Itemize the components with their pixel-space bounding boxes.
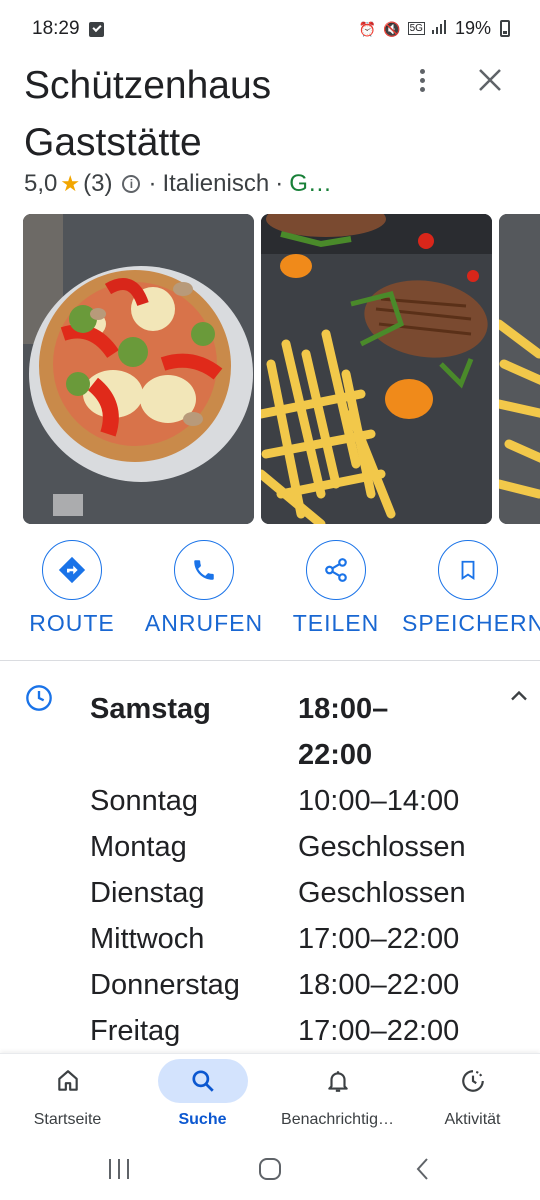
share-label: TEILEN [292,610,380,636]
status-bar: 18:29 ⏰ 🔇 5G 19% [0,0,540,58]
nav-home-label: Startseite [33,1111,102,1128]
steak-fries-photo[interactable] [261,214,492,524]
hours-time: 17:00–22:00 [298,1015,460,1047]
hours-day: Freitag [90,1015,181,1047]
hours-time-part: 22:00 [298,739,373,771]
home-button[interactable] [257,1156,283,1182]
call-button[interactable]: ANRUFEN [138,540,270,637]
hours-row: Freitag 17:00–22:00 [90,1008,510,1053]
home-icon [23,1059,113,1103]
status-time: 18:29 [32,18,80,39]
place-meta: 5,0 ★ (3) i · Italienisch · G… [24,170,524,198]
hours-time: 10:00–14:00 [298,785,460,817]
save-label: SPEICHERN [402,610,540,636]
hours-time: 17:00–22:00 [298,923,460,955]
extra-status: G… [289,170,332,197]
back-button[interactable] [410,1156,436,1182]
dot-icon [419,86,425,92]
mute-icon: 🔇 [383,20,401,37]
fries-photo[interactable] [499,214,540,524]
hours-day: Donnerstag [90,969,240,1001]
route-button[interactable]: ROUTE [6,540,138,637]
pizza-photo[interactable] [23,214,254,524]
activity-icon [428,1059,518,1103]
directions-icon [42,540,102,600]
battery-icon [500,20,510,37]
nav-notifications-label: Benachrichtig… [281,1111,394,1128]
save-button[interactable]: SPEICHERN [402,540,540,637]
hours-time: Geschlossen [298,877,466,909]
hours-row: Sonntag 10:00–14:00 [90,778,510,824]
hours-day: Montag [90,831,187,863]
hours-row: Mittwoch 17:00–22:00 [90,916,510,962]
nav-search[interactable]: Suche [135,1059,270,1129]
clock-icon [25,684,53,712]
route-label: ROUTE [29,610,115,636]
close-icon [479,69,501,91]
nav-search-label: Suche [178,1111,227,1128]
close-button[interactable] [472,62,508,98]
hours-time-part: 18:00– [298,693,389,725]
hours-row: Donnerstag 18:00–22:00 [90,962,510,1008]
nav-activity[interactable]: Aktivität [405,1059,540,1129]
alarm-icon: ⏰ [358,20,377,37]
info-icon[interactable]: i [122,175,141,193]
5g-icon: 5G [407,22,425,35]
hours-time: 18:00–22:00 [298,969,460,1001]
hours-day: Samstag [90,693,211,725]
recent-apps-button[interactable] [106,1156,132,1182]
opening-hours[interactable]: Samstag 18:00– 22:00 Sonntag 10:00–14:00 … [90,686,510,1053]
dot-icon [419,68,425,74]
photo-carousel[interactable] [23,214,540,524]
nav-activity-label: Aktivität [444,1111,501,1128]
system-navigation [0,1138,540,1200]
home-circle-icon [259,1158,281,1180]
review-count[interactable]: (3) [83,170,112,198]
place-title: Schützenhaus Gaststätte [24,64,272,164]
message-icon [89,22,104,37]
dot-icon [419,77,425,83]
recents-icon [109,1159,129,1179]
share-button[interactable]: TEILEN [270,540,402,637]
signal-icon [431,19,448,39]
hours-day: Mittwoch [90,923,205,955]
separator: · [275,170,284,197]
bookmark-icon [438,540,498,600]
hours-row-today: Samstag 18:00– 22:00 [90,686,510,778]
more-options-button[interactable] [406,62,438,98]
hours-row: Dienstag Geschlossen [90,870,510,916]
action-bar: ROUTE ANRUFEN TEILEN SPEICHERN [0,540,540,645]
separator: · [148,170,157,197]
battery-percent: 19% [454,18,491,38]
hours-time: 18:00– 22:00 [298,686,510,778]
bottom-navigation: Startseite Suche Benachrichtig… Aktivitä… [0,1053,540,1138]
divider [0,660,540,661]
rating-value: 5,0 [24,170,58,197]
star-icon: ★ [60,171,81,196]
hours-row: Montag Geschlossen [90,824,510,870]
hours-time: Geschlossen [298,831,466,863]
hours-day: Dienstag [90,877,205,909]
share-icon [306,540,366,600]
back-icon [416,1158,428,1180]
bell-icon [293,1059,383,1103]
status-icons: ⏰ 🔇 5G 19% [359,18,510,39]
search-icon [157,1059,248,1103]
category: Italienisch [162,170,270,197]
hours-day: Sonntag [90,785,199,817]
call-label: ANRUFEN [144,610,264,636]
phone-icon [174,540,234,600]
nav-notifications[interactable]: Benachrichtig… [270,1059,405,1129]
nav-home[interactable]: Startseite [0,1059,135,1129]
